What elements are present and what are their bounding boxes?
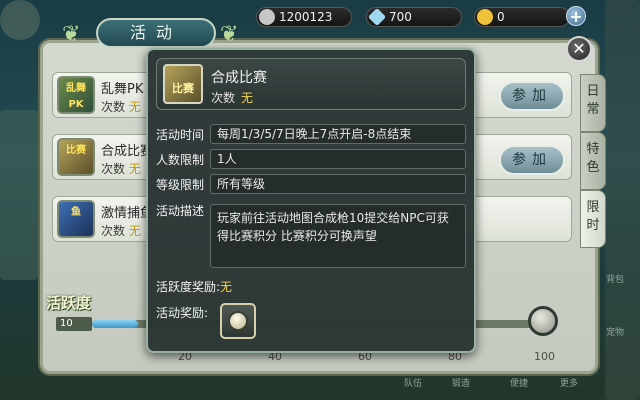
tick-100: 100 (534, 350, 555, 363)
bottom-menu-forge[interactable]: 锻造 (452, 376, 470, 389)
desc-value: 玩家前往活动地图合成枪10提交给NPC可获得比赛积分 比赛积分可换声望 (210, 204, 466, 268)
activity-count: 次数 无 (101, 162, 141, 176)
level-label: 等级限制 (156, 178, 205, 192)
crystal-icon (367, 7, 387, 27)
recharge-plus-button[interactable]: + (566, 6, 586, 26)
close-button[interactable]: ✕ (566, 36, 592, 62)
bottom-menu-team[interactable]: 队伍 (404, 376, 422, 389)
bottom-menu-more[interactable]: 更多 (560, 376, 578, 389)
activity-pk-icon: 乱舞PK (57, 76, 95, 114)
tab-special[interactable]: 特色 (580, 132, 606, 190)
coin-value: 1200123 (279, 10, 333, 24)
crystal-counter: 700 (366, 7, 462, 27)
join-button[interactable]: 参加 (499, 81, 565, 111)
popup-count-label: 次数 (211, 91, 236, 105)
reward-item-slot[interactable] (220, 303, 256, 339)
gold-value: 0 (497, 10, 505, 24)
level-value: 所有等级 (210, 174, 466, 194)
coin-counter: 1200123 (256, 7, 352, 27)
people-label: 人数限制 (156, 153, 205, 167)
player-avatar[interactable] (0, 0, 40, 40)
compose-contest-icon: 比赛 (163, 64, 203, 104)
tab-limited[interactable]: 限时 (580, 190, 606, 248)
popup-count-value: 无 (241, 91, 254, 105)
join-button[interactable]: 参加 (499, 145, 565, 175)
quest-tracker-panel[interactable] (0, 110, 38, 280)
activity-reward-label: 活跃度奖励:无 (156, 280, 233, 294)
right-menu-pet[interactable]: 宠物 (606, 325, 624, 338)
popup-title: 合成比赛 (211, 70, 267, 86)
popup-header: 比赛 合成比赛 次数 无 (156, 58, 466, 110)
activity-level-label: 活跃度 (46, 294, 92, 312)
gold-icon (477, 9, 493, 25)
activity-reward-value: 无 (220, 280, 233, 294)
milestone-reward-100-icon[interactable] (528, 306, 558, 336)
title-leaf-right-icon: ❦ (220, 22, 239, 47)
window-title: 活动 (96, 18, 216, 48)
activity-fishing-icon: 鱼 (57, 200, 95, 238)
crystal-value: 700 (389, 10, 412, 24)
people-value: 1人 (210, 149, 466, 169)
activity-count: 次数 无 (101, 100, 141, 114)
desc-label: 活动描述 (156, 204, 205, 218)
activity-count: 次数 无 (101, 224, 141, 238)
bottom-menu-shortcut[interactable]: 便捷 (510, 376, 528, 389)
reward-label: 活动奖励: (156, 306, 209, 320)
activity-detail-popup: 比赛 合成比赛 次数 无 活动时间 每周1/3/5/7日晚上7点开启-8点结束 … (146, 48, 476, 353)
tab-daily[interactable]: 日常 (580, 74, 606, 132)
activity-name: 乱舞PK (101, 82, 144, 97)
right-menu-bag[interactable]: 背包 (606, 272, 624, 285)
coin-icon (259, 9, 275, 25)
activity-level-value: 10 (56, 317, 92, 331)
time-value: 每周1/3/5/7日晚上7点开启-8点结束 (210, 124, 466, 144)
gold-counter: 0 (474, 7, 570, 27)
activity-compose-icon: 比赛 (57, 138, 95, 176)
reward-orb-icon (228, 311, 248, 331)
title-leaf-left-icon: ❦ (62, 22, 81, 47)
activity-progress-fill (92, 320, 138, 328)
right-menu-column (605, 0, 640, 400)
time-label: 活动时间 (156, 128, 205, 142)
